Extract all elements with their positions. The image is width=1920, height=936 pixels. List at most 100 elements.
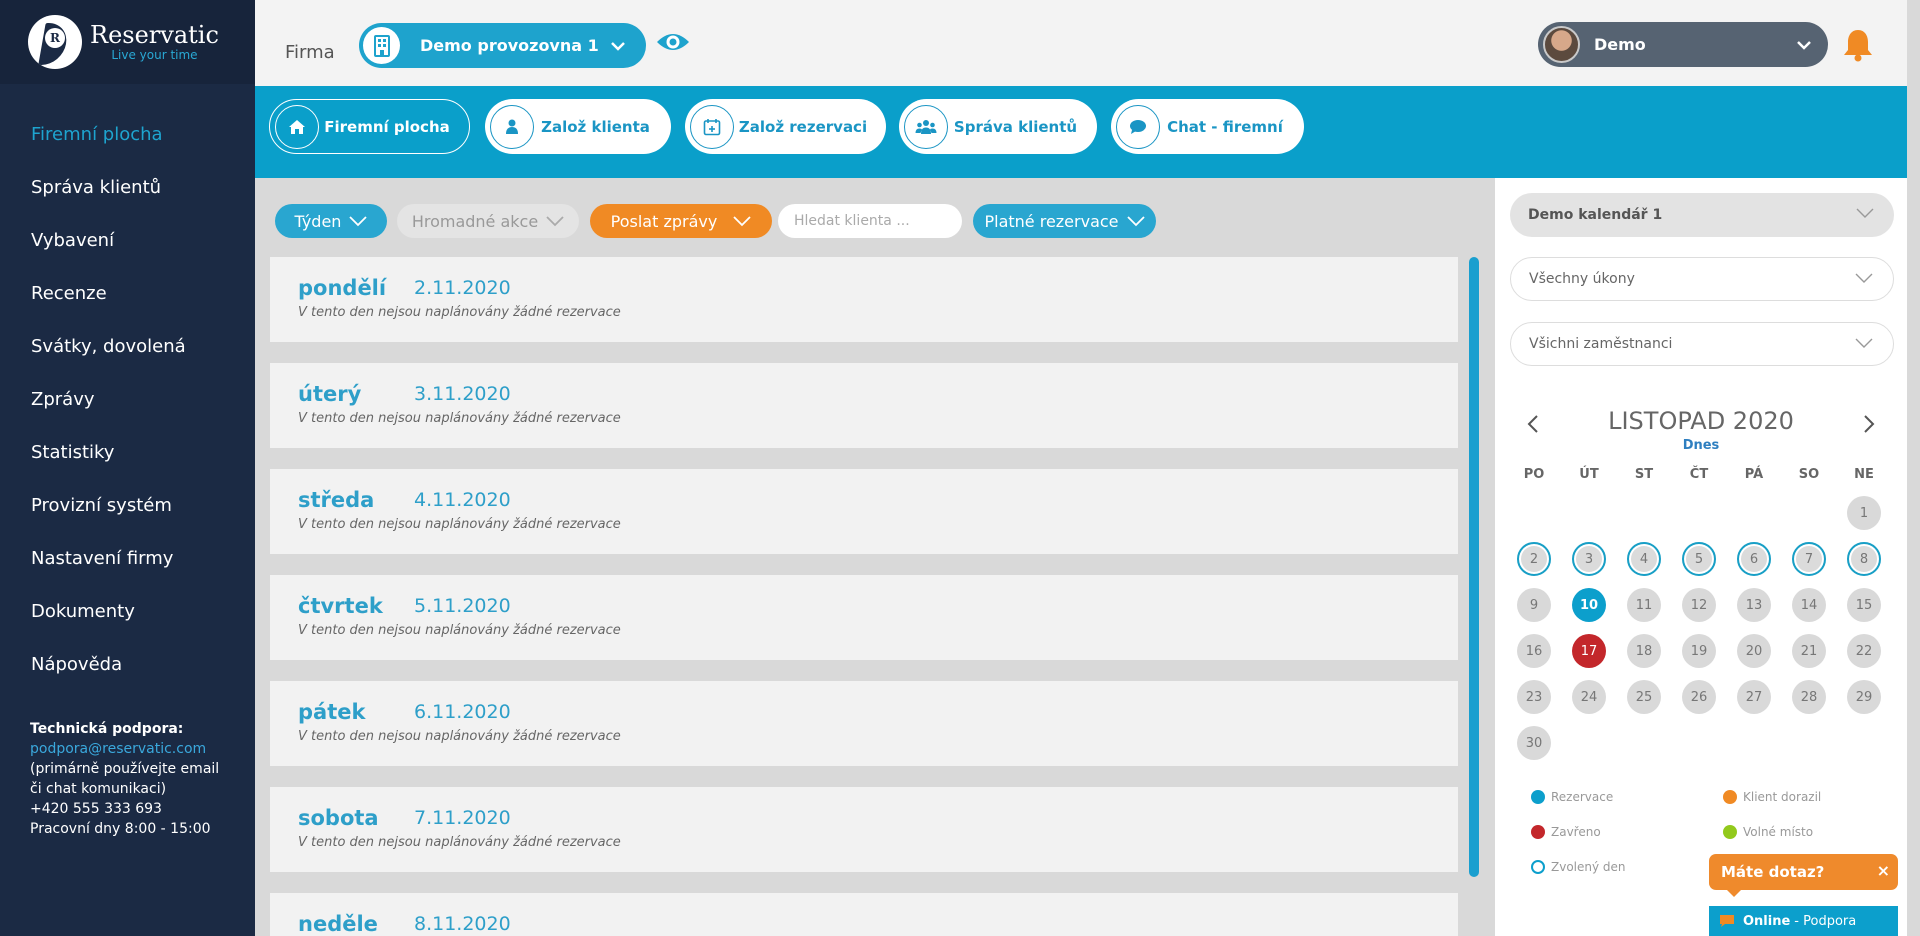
- calendar-day[interactable]: 17: [1572, 634, 1606, 668]
- chat-online-bar[interactable]: Online - Podpora: [1709, 906, 1898, 936]
- calendar-day[interactable]: 1: [1847, 496, 1881, 530]
- calendar-day[interactable]: 7: [1792, 542, 1826, 576]
- day-note: V tento den nejsou naplánovány žádné rez…: [298, 305, 621, 320]
- calendar-day[interactable]: 10: [1572, 588, 1606, 622]
- legend-dot-icon: [1723, 790, 1737, 804]
- day-date: 5.11.2020: [414, 595, 511, 617]
- weekday-label: PO: [1523, 467, 1545, 482]
- sidebar-item-napoveda[interactable]: Nápověda: [0, 638, 255, 691]
- sidebar-item-sprava-klientu[interactable]: Správa klientů: [0, 161, 255, 214]
- calendar-day[interactable]: 30: [1517, 726, 1551, 760]
- calendar-day[interactable]: 14: [1792, 588, 1826, 622]
- calendar-day[interactable]: 21: [1792, 634, 1826, 668]
- calendar-day[interactable]: 8: [1847, 542, 1881, 576]
- next-month-icon[interactable]: [1863, 414, 1875, 438]
- calendar-plus-icon: [690, 104, 734, 149]
- calendar-day[interactable]: 29: [1847, 680, 1881, 714]
- chat-question-label: Máte dotaz?: [1721, 863, 1825, 881]
- sidebar-item-zpravy[interactable]: Zprávy: [0, 373, 255, 426]
- day-card[interactable]: pondělí 2.11.2020 V tento den nejsou nap…: [270, 257, 1458, 342]
- calendar-day[interactable]: 24: [1572, 680, 1606, 714]
- chevron-down-icon: [1855, 273, 1873, 283]
- chat-question-bubble[interactable]: Máte dotaz? ×: [1709, 854, 1898, 897]
- calendar-select[interactable]: Demo kalendář 1: [1510, 193, 1894, 237]
- calendar-day[interactable]: 20: [1737, 634, 1771, 668]
- day-list-scrollbar[interactable]: [1469, 257, 1479, 877]
- firemni-plocha-button[interactable]: Firemní plocha: [269, 99, 470, 154]
- sidebar-item-statistiky[interactable]: Statistiky: [0, 426, 255, 479]
- sidebar-item-recenze[interactable]: Recenze: [0, 267, 255, 320]
- right-panel: Demo kalendář 1 Všechny úkony Všichni za…: [1495, 178, 1907, 936]
- sidebar-item-svatky[interactable]: Svátky, dovolená: [0, 320, 255, 373]
- services-select-label: Všechny úkony: [1529, 271, 1635, 287]
- day-name: středa: [298, 488, 375, 512]
- calendar-day[interactable]: 12: [1682, 588, 1716, 622]
- calendar-day[interactable]: 2: [1517, 542, 1551, 576]
- legend-item: Volné místo: [1723, 825, 1813, 839]
- sidebar: R Reservatic Live your time Firemní ploc…: [0, 0, 255, 936]
- calendar-day[interactable]: 15: [1847, 588, 1881, 622]
- zaloz-rezervaci-label: Založ rezervaci: [738, 117, 868, 136]
- send-messages-button[interactable]: Poslat zprávy: [590, 204, 772, 238]
- support-email-link[interactable]: podpora@reservatic.com: [30, 739, 225, 759]
- calendar-day[interactable]: 22: [1847, 634, 1881, 668]
- day-card[interactable]: středa 4.11.2020 V tento den nejsou napl…: [270, 469, 1458, 554]
- day-card[interactable]: neděle 8.11.2020: [270, 893, 1458, 936]
- user-menu[interactable]: Demo: [1538, 22, 1828, 67]
- sidebar-item-dokumenty[interactable]: Dokumenty: [0, 585, 255, 638]
- zaloz-rezervaci-button[interactable]: Založ rezervaci: [685, 99, 886, 154]
- sidebar-item-provizni-system[interactable]: Provizní systém: [0, 479, 255, 532]
- day-note: V tento den nejsou naplánovány žádné rez…: [298, 835, 621, 850]
- calendar-day[interactable]: 19: [1682, 634, 1716, 668]
- valid-reservations-label: Platné rezervace: [984, 211, 1119, 231]
- bulk-actions-select[interactable]: Hromadné akce: [397, 204, 579, 238]
- period-select[interactable]: Týden: [275, 204, 387, 238]
- provozovna-select[interactable]: Demo provozovna 1: [359, 23, 646, 68]
- bell-icon[interactable]: [1843, 28, 1873, 66]
- day-card[interactable]: úterý 3.11.2020 V tento den nejsou naplá…: [270, 363, 1458, 448]
- calendar-day[interactable]: 16: [1517, 634, 1551, 668]
- calendar-day[interactable]: 26: [1682, 680, 1716, 714]
- calendar-day[interactable]: 28: [1792, 680, 1826, 714]
- calendar-day[interactable]: 5: [1682, 542, 1716, 576]
- sidebar-item-nastaveni-firmy[interactable]: Nastavení firmy: [0, 532, 255, 585]
- eye-icon[interactable]: [655, 28, 691, 60]
- employees-select[interactable]: Všichni zaměstnanci: [1510, 322, 1894, 366]
- chevron-down-icon: [1796, 40, 1812, 50]
- calendar-day[interactable]: 11: [1627, 588, 1661, 622]
- chat-bubble-icon: [1116, 104, 1160, 149]
- weekday-label: ST: [1634, 467, 1654, 482]
- calendar-day[interactable]: 6: [1737, 542, 1771, 576]
- chevron-down-icon: [1856, 208, 1874, 218]
- logo-slogan: Live your time: [111, 48, 198, 62]
- close-icon[interactable]: ×: [1877, 861, 1890, 880]
- calendar-day[interactable]: 25: [1627, 680, 1661, 714]
- logo[interactable]: R Reservatic Live your time: [0, 0, 255, 84]
- legend-label: Rezervace: [1551, 790, 1614, 804]
- calendar-day[interactable]: 13: [1737, 588, 1771, 622]
- zaloz-klienta-label: Založ klienta: [541, 117, 650, 136]
- period-label: Týden: [294, 211, 342, 231]
- services-select[interactable]: Všechny úkony: [1510, 257, 1894, 301]
- sidebar-item-vybaveni[interactable]: Vybavení: [0, 214, 255, 267]
- chat-firemni-button[interactable]: Chat - firemní: [1111, 99, 1304, 154]
- calendar-day[interactable]: 3: [1572, 542, 1606, 576]
- calendar-day[interactable]: 9: [1517, 588, 1551, 622]
- day-list: pondělí 2.11.2020 V tento den nejsou nap…: [270, 257, 1458, 936]
- calendar-month-title: LISTOPAD 2020: [1608, 407, 1794, 435]
- day-card[interactable]: čtvrtek 5.11.2020 V tento den nejsou nap…: [270, 575, 1458, 660]
- calendar-day[interactable]: 23: [1517, 680, 1551, 714]
- day-card[interactable]: sobota 7.11.2020 V tento den nejsou napl…: [270, 787, 1458, 872]
- today-link[interactable]: Dnes: [1495, 438, 1907, 453]
- sidebar-item-firemni-plocha[interactable]: Firemní plocha: [0, 108, 255, 161]
- client-search-input[interactable]: [778, 204, 962, 238]
- calendar-day[interactable]: 4: [1627, 542, 1661, 576]
- valid-reservations-select[interactable]: Platné rezervace: [973, 204, 1156, 238]
- day-card[interactable]: pátek 6.11.2020 V tento den nejsou naplá…: [270, 681, 1458, 766]
- calendar-day[interactable]: 18: [1627, 634, 1661, 668]
- zaloz-klienta-button[interactable]: Založ klienta: [485, 99, 671, 154]
- employees-select-label: Všichni zaměstnanci: [1529, 336, 1673, 352]
- calendar-day[interactable]: 27: [1737, 680, 1771, 714]
- sprava-klientu-button[interactable]: Správa klientů: [899, 99, 1097, 154]
- bubble-tail: [1727, 890, 1741, 897]
